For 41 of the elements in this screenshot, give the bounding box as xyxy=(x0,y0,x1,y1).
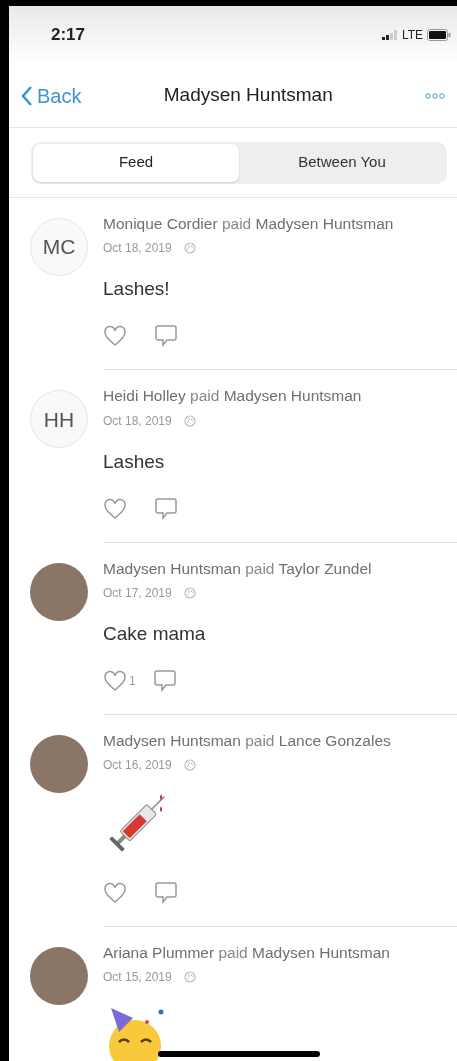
avatar[interactable]: HH xyxy=(30,390,88,449)
status-time: 2:17 xyxy=(51,24,86,47)
avatar-photo-placeholder[interactable] xyxy=(30,734,88,793)
globe-icon xyxy=(183,242,196,255)
comment-icon[interactable] xyxy=(154,881,178,905)
post-date: Oct 17, 2019 xyxy=(103,584,172,602)
heart-icon[interactable] xyxy=(103,497,127,520)
like-count: 1 xyxy=(129,672,136,690)
heart-icon[interactable] xyxy=(103,325,127,348)
payment-title: Ariana Plummer paid Madysen Huntsman xyxy=(103,943,391,963)
more-icon[interactable] xyxy=(425,92,445,99)
network-label: LTE xyxy=(401,27,423,44)
payment-note: Lashes! xyxy=(103,278,170,300)
payment-title: Madysen Huntsman paid Lance Gonzales xyxy=(103,730,392,751)
chevron-left-icon xyxy=(21,84,33,107)
heart-icon[interactable] xyxy=(103,882,127,904)
payment-title: Heidi Holley paid Madysen Huntsman xyxy=(103,386,363,407)
signal-icon xyxy=(381,30,398,40)
post-date: Oct 15, 2019 xyxy=(103,969,172,987)
comment-icon[interactable] xyxy=(154,324,178,349)
comment-icon[interactable] xyxy=(154,496,178,521)
avatar-photo-placeholder[interactable] xyxy=(30,947,88,1005)
globe-icon xyxy=(183,971,196,984)
heart-icon[interactable] xyxy=(103,669,127,692)
payment-title: Monique Cordier paid Madysen Huntsman xyxy=(103,214,395,234)
battery-icon xyxy=(427,29,451,41)
globe-icon xyxy=(183,586,196,599)
post-date: Oct 18, 2019 xyxy=(103,240,172,258)
globe-icon xyxy=(183,414,196,427)
payment-note: Lashes xyxy=(103,450,165,472)
segment-tab[interactable]: Feed xyxy=(33,143,239,182)
comment-icon[interactable] xyxy=(152,668,177,693)
payment-title: Madysen Huntsman paid Taylor Zundel xyxy=(103,558,373,579)
globe-icon xyxy=(183,759,196,771)
post-date: Oct 18, 2019 xyxy=(103,412,172,430)
avatar-photo-placeholder[interactable] xyxy=(30,562,88,621)
page-title: Madysen Huntsman xyxy=(163,83,333,108)
post-date: Oct 16, 2019 xyxy=(103,757,172,774)
avatar[interactable]: MC xyxy=(30,218,88,276)
payment-note: Cake mama xyxy=(103,622,206,644)
segment-tab[interactable]: Between You xyxy=(239,143,445,182)
